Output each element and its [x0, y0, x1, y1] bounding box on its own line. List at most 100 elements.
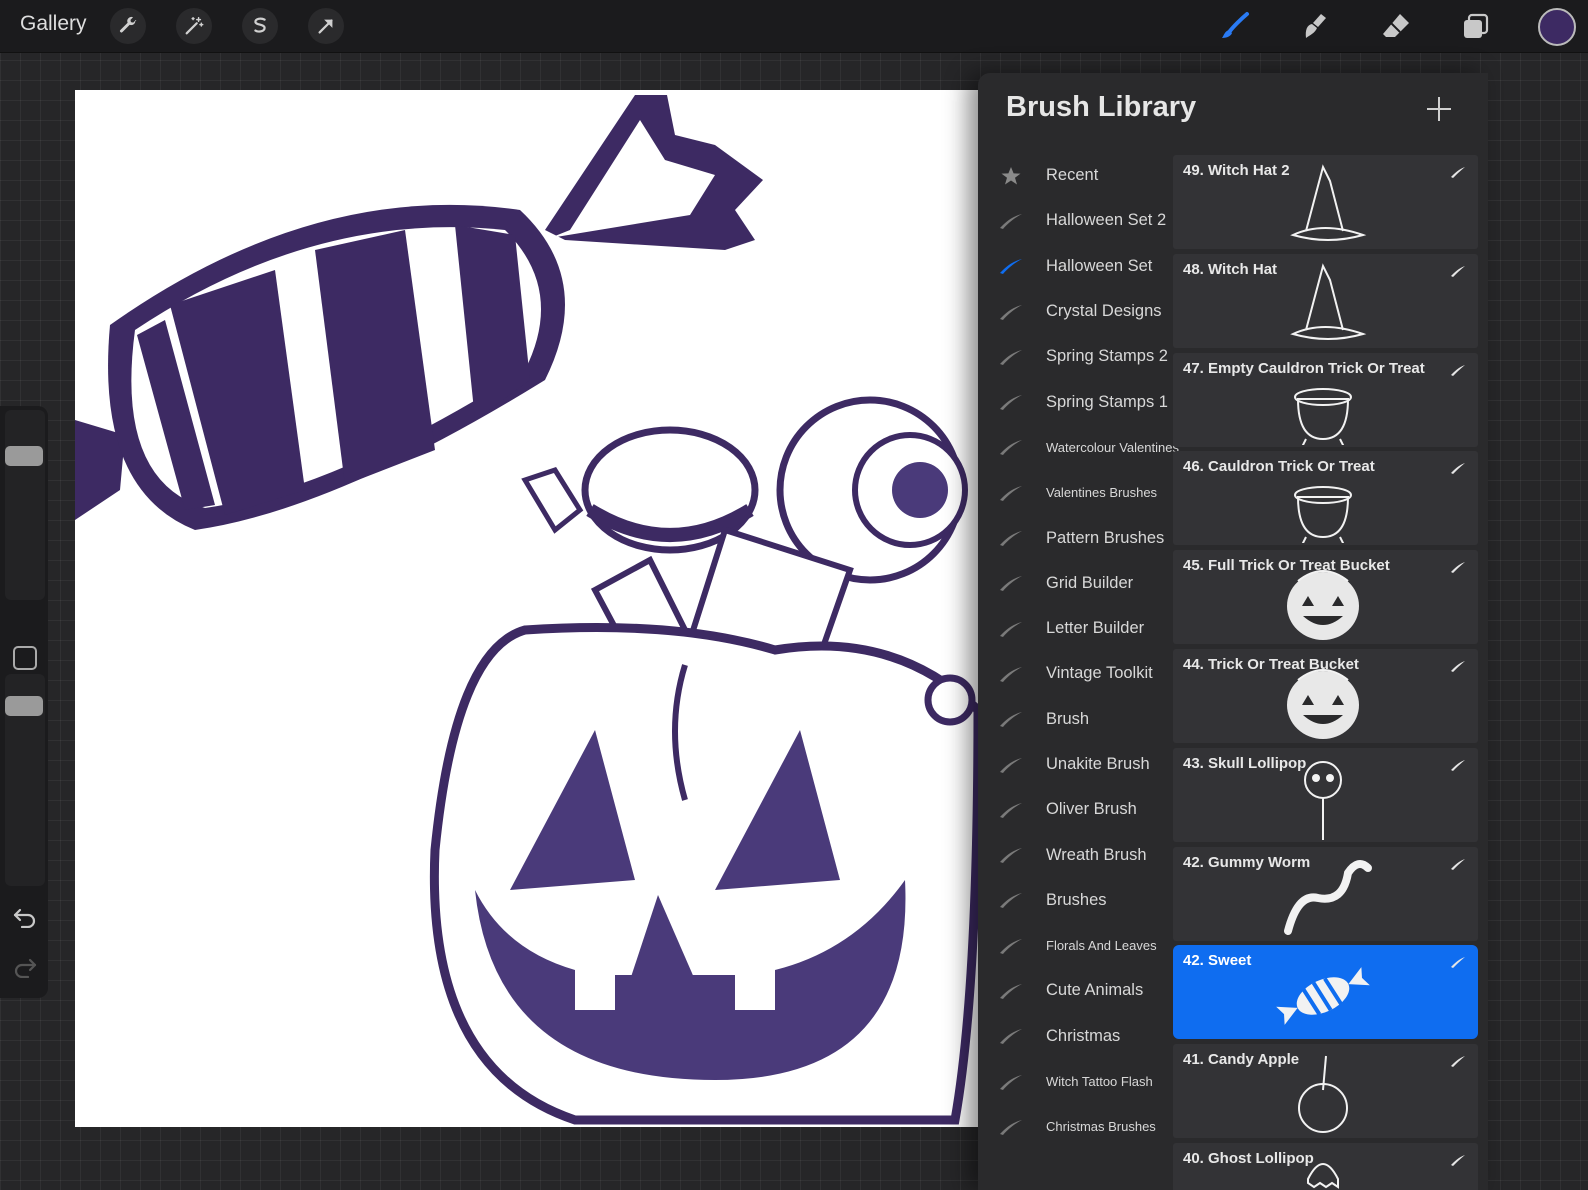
brush-set-item[interactable]: Letter Builder: [978, 606, 1173, 651]
brush-stroke-icon: [1000, 213, 1022, 229]
eraser-icon[interactable]: [1376, 8, 1416, 44]
selection-icon[interactable]: [242, 8, 278, 44]
magic-wand-icon[interactable]: [176, 8, 212, 44]
eyeball-drawing: [776, 396, 968, 584]
brush-stroke-icon: [1000, 757, 1022, 773]
brush-set-item[interactable]: Recent: [978, 153, 1173, 198]
smudge-icon[interactable]: [1296, 8, 1336, 44]
brush-card[interactable]: 45. Full Trick Or Treat Bucket: [1173, 550, 1478, 645]
brush-set-item[interactable]: Christmas Brushes: [978, 1104, 1173, 1149]
brush-set-label: Valentines Brushes: [1046, 485, 1158, 501]
brush-set-item[interactable]: Brushes: [978, 878, 1173, 923]
brush-card[interactable]: 42. Sweet: [1173, 945, 1478, 1040]
brush-set-item[interactable]: Crystal Designs: [978, 289, 1173, 334]
color-picker-swatch[interactable]: [1538, 8, 1576, 46]
brush-name: 46. Cauldron Trick Or Treat: [1183, 458, 1375, 476]
brush-name: 48. Witch Hat: [1183, 260, 1278, 278]
brush-name: 42. Sweet: [1183, 952, 1252, 970]
brush-name: 44. Trick Or Treat Bucket: [1183, 655, 1359, 673]
brush-set-label: Halloween Set 2: [1046, 211, 1167, 230]
brush-set-label: Florals And Leaves: [1046, 938, 1157, 954]
brush-stroke-icon: [1000, 1029, 1022, 1045]
brush-set-item[interactable]: Florals And Leaves: [978, 923, 1173, 968]
brush-stroke-icon: [1451, 1056, 1465, 1068]
layers-icon[interactable]: [1456, 8, 1496, 44]
brush-set-label: Brushes: [1046, 890, 1107, 909]
sweet-icon: [1276, 967, 1370, 1026]
brush-size-slider[interactable]: [5, 410, 45, 600]
brush-set-item[interactable]: Grid Builder: [978, 561, 1173, 606]
halloween-candy-artwork: [75, 95, 978, 1125]
brush-name: 47. Empty Cauldron Trick Or Treat: [1183, 359, 1425, 377]
brush-stroke-icon: [1000, 712, 1022, 728]
brush-opacity-handle[interactable]: [5, 696, 43, 716]
brush-set-item[interactable]: Halloween Set: [978, 244, 1173, 289]
brush-stroke-icon: [1000, 802, 1022, 818]
brush-card[interactable]: 47. Empty Cauldron Trick Or Treat: [1173, 352, 1478, 447]
brush-set-label: Cute Animals: [1046, 981, 1144, 1000]
redo-icon[interactable]: [12, 956, 38, 978]
top-toolbar: Gallery: [0, 0, 1588, 53]
brush-icon[interactable]: [1215, 8, 1255, 44]
brush-set-label: Christmas: [1046, 1026, 1121, 1045]
brush-name: 45. Full Trick Or Treat Bucket: [1183, 557, 1390, 575]
brush-set-item[interactable]: Cute Animals: [978, 968, 1173, 1013]
brush-stroke-icon: [1451, 957, 1465, 969]
brush-set-item[interactable]: Oliver Brush: [978, 787, 1173, 832]
brush-stroke-icon: [1000, 1074, 1022, 1090]
brush-stroke-icon: [1000, 938, 1022, 954]
panel-title: Brush Library: [1006, 91, 1197, 123]
brush-stroke-icon: [1451, 1154, 1465, 1166]
brush-name: 49. Witch Hat 2: [1183, 162, 1290, 179]
brush-set-label: Letter Builder: [1046, 619, 1145, 638]
brush-name: 42. Gummy Worm: [1183, 853, 1311, 871]
brush-set-item[interactable]: Spring Stamps 2: [978, 334, 1173, 379]
brush-card[interactable]: 41. Candy Apple: [1173, 1044, 1478, 1139]
brush-set-item[interactable]: Valentines Brushes: [978, 470, 1173, 515]
brush-stroke-icon: [1451, 364, 1465, 376]
brush-stroke-icon: [1000, 259, 1022, 275]
brush-card[interactable]: 40. Ghost Lollipop: [1173, 1142, 1478, 1190]
brush-set-item[interactable]: Pattern Brushes: [978, 515, 1173, 560]
wrench-icon[interactable]: [110, 8, 146, 44]
brush-set-item[interactable]: Witch Tattoo Flash: [978, 1059, 1173, 1104]
brush-set-label: Crystal Designs: [1046, 302, 1162, 321]
brush-size-handle[interactable]: [5, 446, 43, 466]
brush-card[interactable]: 48. Witch Hat: [1173, 253, 1478, 348]
brush-set-item[interactable]: Christmas: [978, 1014, 1173, 1059]
brush-name: 41. Candy Apple: [1183, 1051, 1300, 1069]
gallery-button[interactable]: Gallery: [20, 12, 87, 36]
brush-set-label: Wreath Brush: [1046, 845, 1147, 864]
brush-card[interactable]: 46. Cauldron Trick Or Treat: [1173, 451, 1478, 546]
brush-card[interactable]: 43. Skull Lollipop: [1173, 747, 1478, 842]
brush-set-item[interactable]: Spring Stamps 1: [978, 379, 1173, 424]
brush-set-label: Halloween Set: [1046, 256, 1153, 275]
brush-stroke-icon: [1000, 893, 1022, 909]
undo-icon[interactable]: [12, 906, 38, 928]
brush-set-label: Recent: [1046, 166, 1099, 185]
brush-set-label: Grid Builder: [1046, 573, 1134, 592]
modify-button[interactable]: [13, 646, 37, 670]
brush-set-item[interactable]: Vintage Toolkit: [978, 651, 1173, 696]
drawing-canvas[interactable]: [75, 90, 978, 1127]
brush-set-item[interactable]: Halloween Set 2: [978, 198, 1173, 243]
brush-set-label: Christmas Brushes: [1046, 1119, 1156, 1135]
transform-arrow-icon[interactable]: [308, 8, 344, 44]
witch-hat-icon: [1290, 262, 1367, 340]
brush-set-label: Pattern Brushes: [1046, 528, 1165, 547]
add-brush-icon[interactable]: [1425, 95, 1453, 123]
brush-card[interactable]: 49. Witch Hat 2: [1173, 155, 1478, 249]
brush-set-item[interactable]: Unakite Brush: [978, 742, 1173, 787]
brush-stroke-icon: [1000, 621, 1022, 637]
brush-stroke-icon: [1451, 660, 1465, 672]
brush-stroke-icon: [1451, 167, 1465, 178]
brush-set-item[interactable]: Watercolour Valentines: [978, 425, 1179, 470]
brush-set-item[interactable]: Wreath Brush: [978, 832, 1173, 877]
brush-card[interactable]: 42. Gummy Worm: [1173, 846, 1478, 941]
brush-stroke-icon: [1000, 983, 1022, 999]
brush-set-item[interactable]: Brush: [978, 697, 1173, 742]
side-toolbar: [0, 406, 48, 998]
brush-card[interactable]: 44. Trick Or Treat Bucket: [1173, 648, 1478, 743]
brush-stroke-icon: [1451, 759, 1465, 771]
brush-stroke-icon: [1000, 440, 1022, 456]
